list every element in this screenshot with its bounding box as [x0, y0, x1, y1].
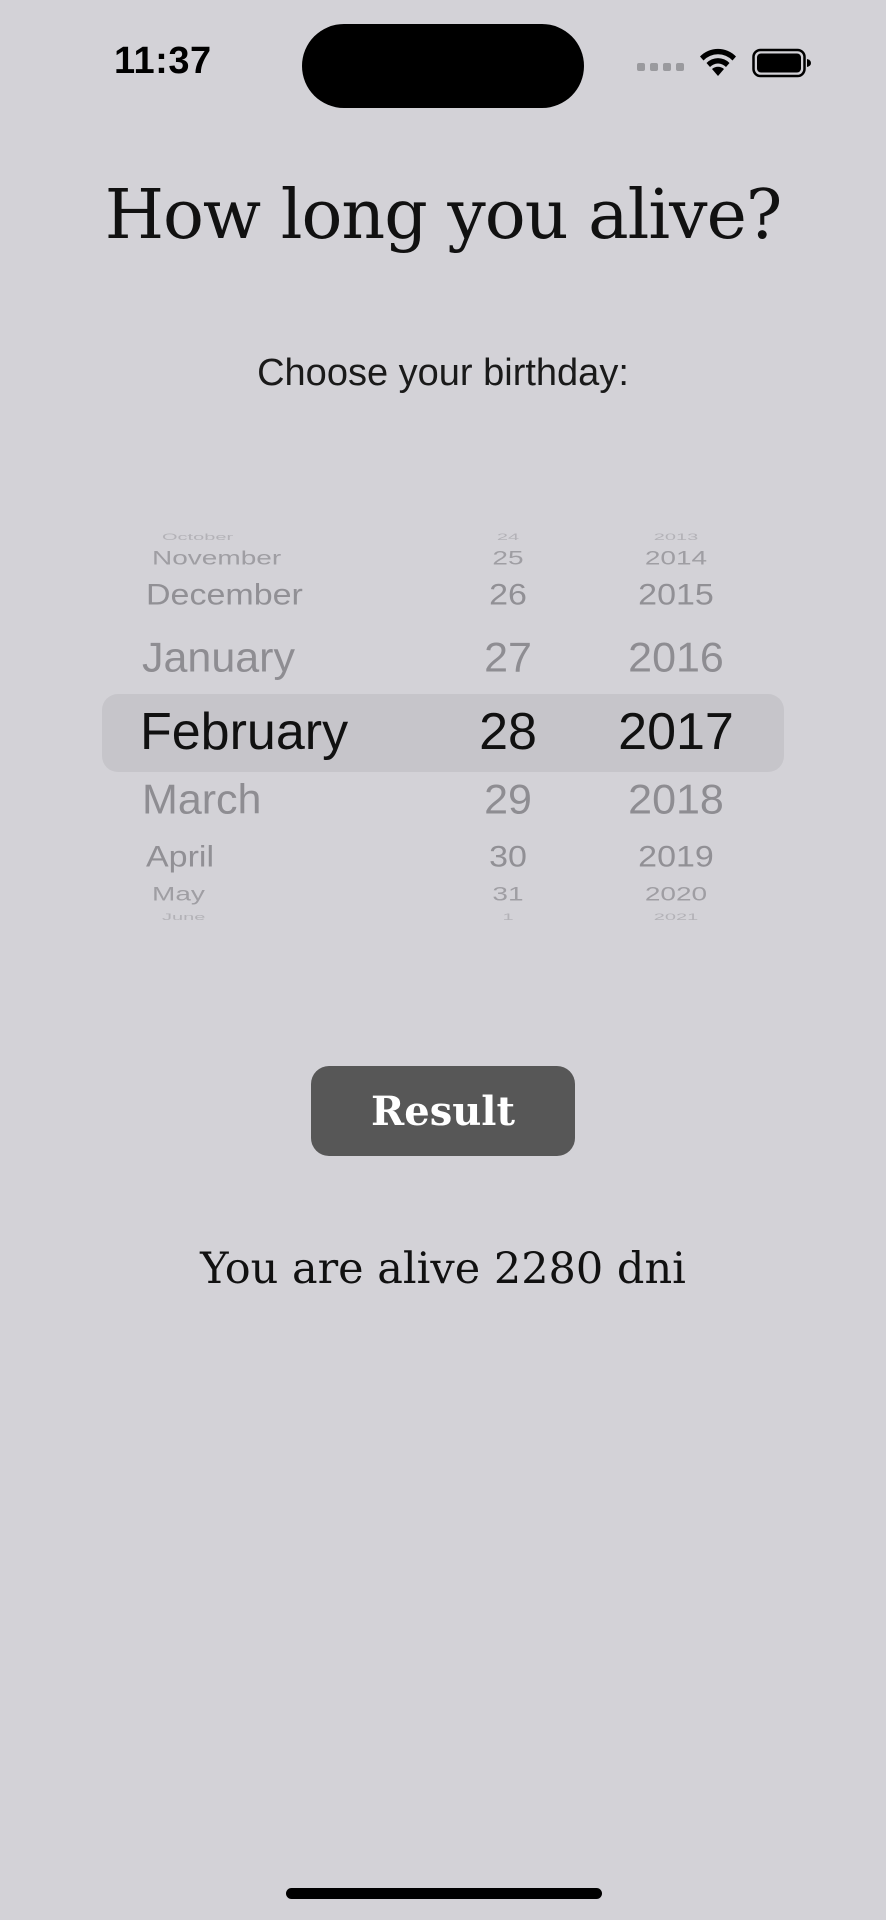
picker-month-option[interactable]: April — [146, 840, 214, 874]
wifi-icon — [698, 48, 738, 78]
picker-day-option[interactable]: 28 — [448, 702, 568, 762]
picker-year-option[interactable]: 2021 — [596, 912, 756, 922]
status-indicators — [637, 48, 812, 78]
picker-month-column[interactable]: October November December January February Ma… — [140, 528, 442, 932]
picker-day-option[interactable]: 30 — [448, 840, 568, 874]
picker-day-option[interactable]: 25 — [448, 547, 568, 569]
picker-day-option[interactable]: 26 — [448, 578, 568, 612]
cellular-signal-icon — [637, 63, 684, 71]
page-title: How long you alive? — [104, 176, 783, 255]
picker-month-option[interactable]: June — [162, 912, 205, 922]
picker-year-option[interactable]: 2019 — [596, 840, 756, 874]
picker-month-option[interactable]: November — [152, 547, 281, 569]
picker-day-column[interactable]: 24 25 26 27 28 29 30 31 1 — [448, 528, 568, 932]
battery-icon — [752, 48, 812, 78]
picker-day-option[interactable]: 27 — [448, 635, 568, 683]
picker-year-option[interactable]: 2018 — [596, 777, 756, 825]
picker-month-option[interactable]: January — [142, 635, 295, 683]
picker-day-option[interactable]: 1 — [448, 912, 568, 922]
picker-year-option[interactable]: 2015 — [596, 578, 756, 612]
birthday-prompt: Choose your birthday: — [257, 352, 629, 394]
picker-year-option[interactable]: 2017 — [596, 702, 756, 762]
picker-month-option[interactable]: February — [140, 702, 348, 762]
picker-month-option[interactable]: March — [142, 777, 261, 825]
picker-day-option[interactable]: 29 — [448, 777, 568, 825]
picker-year-option[interactable]: 2016 — [596, 635, 756, 683]
dynamic-island — [302, 24, 584, 108]
picker-month-option[interactable]: May — [152, 883, 205, 905]
picker-year-option[interactable]: 2014 — [596, 547, 756, 569]
picker-year-column[interactable]: 2013 2014 2015 2016 2017 2018 2019 2020 2021 — [596, 528, 756, 932]
status-time: 11:37 — [114, 40, 212, 82]
result-button[interactable]: Result — [311, 1066, 575, 1156]
picker-month-option[interactable]: December — [146, 578, 303, 612]
picker-year-option[interactable]: 2020 — [596, 883, 756, 905]
picker-day-option[interactable]: 24 — [448, 532, 568, 542]
picker-year-option[interactable]: 2013 — [596, 532, 756, 542]
picker-day-option[interactable]: 31 — [448, 883, 568, 905]
picker-month-option[interactable]: October — [162, 532, 233, 542]
home-indicator[interactable] — [286, 1888, 602, 1899]
result-text: You are alive 2280 dni — [200, 1244, 686, 1294]
birthday-date-picker[interactable]: October November December January February Ma… — [102, 528, 784, 932]
